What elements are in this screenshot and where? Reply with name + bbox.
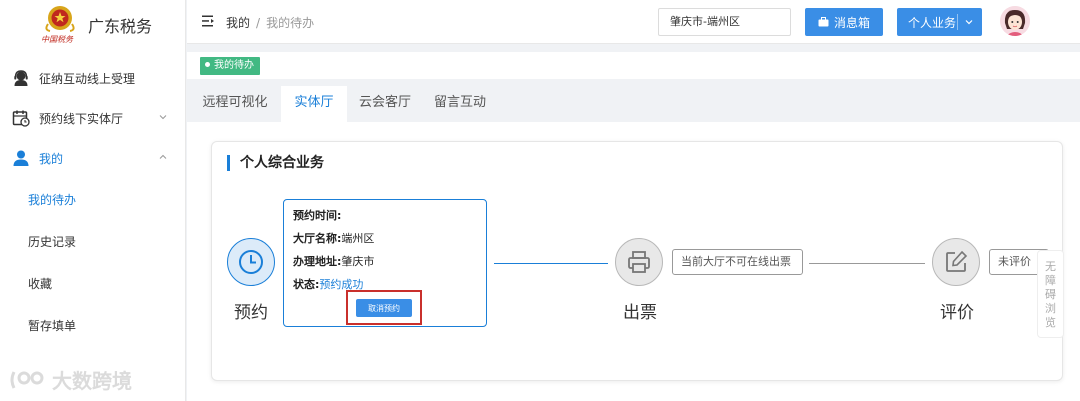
watermark-logo-icon (10, 370, 44, 389)
ticket-step-circle (615, 238, 663, 286)
message-box-label: 消息箱 (833, 15, 870, 30)
sidebar: 中国税务 广东税务 征纳互动线上受理 预约线下实体厅 我的 我的待办 历史记录 … (0, 0, 186, 401)
sidebar-subitem-favorites[interactable]: 收藏 (0, 262, 185, 304)
ticket-note-box: 当前大厅不可在线出票 (672, 249, 803, 275)
emblem-caption: 中国税务 (41, 35, 73, 44)
city-select[interactable]: 肇庆市-端州区 (658, 8, 791, 36)
chevron-down-icon (159, 115, 167, 120)
cancel-highlight-frame: 取消预约 (346, 290, 422, 325)
accessibility-browse-button[interactable]: 无障碍浏览 (1037, 250, 1064, 338)
progress-connector (494, 263, 608, 264)
breadcrumb: 我的 / 我的待办 (226, 14, 314, 31)
tax-emblem-icon: 中国税务 (38, 4, 82, 46)
sidebar-item-offline-appointment[interactable]: 预约线下实体厅 (0, 98, 185, 138)
briefcase-icon (818, 17, 829, 27)
clock-icon (239, 250, 263, 274)
tab-physical-hall[interactable]: 实体厅 (281, 86, 347, 122)
hall-name-label: 大厅名称: (293, 232, 342, 245)
main-content: 个人综合业务 预约 预约时间: 大厅名称:端州区 办理地址:肇庆市 状态:预约成… (187, 122, 1080, 401)
address-label: 办理地址: (293, 255, 342, 268)
evaluation-step-circle (932, 238, 980, 286)
menu-toggle-icon[interactable] (202, 15, 215, 27)
top-header: 我的 / 我的待办 肇庆市-端州区 消息箱 个人业务 (187, 0, 1080, 44)
sidebar-item-online-service[interactable]: 征纳互动线上受理 (0, 58, 185, 98)
button-divider (957, 14, 958, 30)
hall-name-value: 端州区 (341, 232, 375, 245)
breadcrumb-root[interactable]: 我的 (226, 16, 250, 30)
sidebar-subitem-drafts[interactable]: 暂存填单 (0, 304, 185, 346)
tag-bar: 我的待办 (187, 52, 1080, 79)
address-value: 肇庆市 (341, 255, 375, 268)
card-title: 个人综合业务 (227, 155, 324, 171)
cancel-appointment-button[interactable]: 取消预约 (356, 299, 412, 317)
appointment-info-box: 预约时间: 大厅名称:端州区 办理地址:肇庆市 状态:预约成功 取消预约 (283, 199, 487, 327)
chevron-up-icon (159, 154, 167, 159)
chevron-down-icon[interactable] (964, 17, 974, 27)
personal-business-button[interactable]: 个人业务 (897, 8, 982, 36)
tag-dot (205, 62, 210, 67)
user-icon (12, 149, 30, 167)
business-card: 个人综合业务 预约 预约时间: 大厅名称:端州区 办理地址:肇庆市 状态:预约成… (211, 141, 1063, 381)
hall-name-row: 大厅名称:端州区 (293, 231, 486, 254)
step-label-evaluation: 评价 (940, 303, 974, 323)
step-label-appointment: 预约 (234, 303, 268, 323)
tab-message-interaction[interactable]: 留言互动 (425, 86, 495, 122)
sidebar-item-mine[interactable]: 我的 (0, 138, 185, 178)
logo-text: 广东税务 (88, 17, 153, 36)
edit-icon (946, 250, 968, 272)
printer-icon (628, 251, 650, 273)
tag-my-todo[interactable]: 我的待办 (200, 57, 260, 75)
appointment-time-row: 预约时间: (293, 208, 486, 231)
breadcrumb-current: 我的待办 (266, 16, 315, 30)
address-row: 办理地址:肇庆市 (293, 254, 486, 277)
service-tabs: 远程可视化 实体厅 云会客厅 留言互动 (187, 86, 1080, 122)
accessibility-label: 无障碍浏览 (1045, 260, 1056, 329)
avatar[interactable] (1000, 6, 1030, 36)
step-label-ticket: 出票 (623, 303, 657, 323)
appointment-time-label: 预约时间: (293, 209, 342, 222)
appointment-step-circle (227, 238, 275, 286)
logo[interactable]: 中国税务 广东税务 (0, 0, 185, 50)
sidebar-item-label: 预约线下实体厅 (39, 111, 124, 126)
calendar-icon (12, 109, 30, 127)
watermark-text: 大数跨境 (52, 369, 132, 393)
sidebar-item-label: 征纳互动线上受理 (39, 71, 136, 86)
sidebar-item-label: 我的 (39, 151, 64, 166)
message-box-button[interactable]: 消息箱 (805, 8, 883, 36)
status-label: 状态: (293, 278, 320, 291)
tag-label: 我的待办 (214, 60, 254, 71)
sidebar-subitem-history[interactable]: 历史记录 (0, 220, 185, 262)
sidebar-subitem-todo[interactable]: 我的待办 (0, 178, 185, 220)
tab-cloud-lounge[interactable]: 云会客厅 (350, 86, 420, 122)
tab-remote-visual[interactable]: 远程可视化 (192, 86, 278, 122)
breadcrumb-separator: / (256, 16, 261, 30)
personal-business-label: 个人业务 (908, 15, 957, 30)
watermark: 大数跨境 (8, 365, 132, 394)
progress-connector (809, 263, 925, 264)
headset-icon (12, 69, 30, 87)
